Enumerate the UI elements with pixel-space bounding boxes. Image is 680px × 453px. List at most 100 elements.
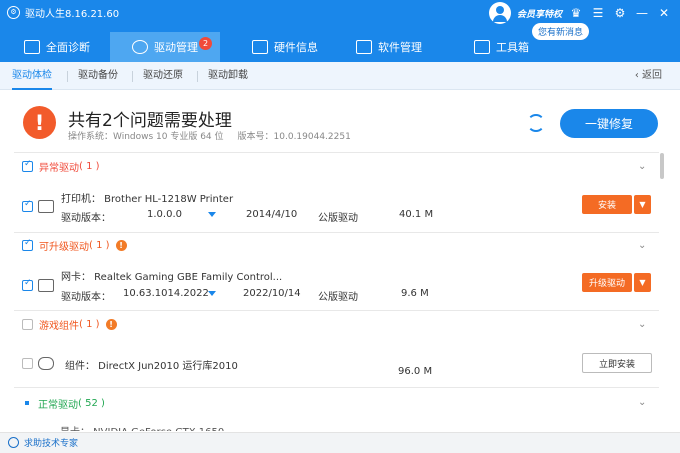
- section-count: ( 52 ): [78, 397, 105, 409]
- section-title: 游戏组件: [39, 320, 79, 332]
- divider: [132, 71, 133, 82]
- hardware-icon: [252, 40, 268, 54]
- tab-label: 驱动管理: [154, 41, 198, 54]
- system-info: 操作系统：Windows 10 专业版 64 位 版本号：10.0.19044.…: [68, 129, 351, 142]
- divider: [67, 71, 68, 82]
- main-tabs: 全面诊断 驱动管理 2 硬件信息 软件管理 工具箱: [0, 32, 552, 62]
- expert-help-link[interactable]: 求助技术专家: [8, 436, 78, 449]
- subtab-uninstall[interactable]: 驱动卸载: [208, 62, 248, 90]
- minimize-icon[interactable]: —: [634, 5, 650, 21]
- section-checkbox[interactable]: [22, 159, 33, 172]
- section-checkbox[interactable]: [22, 238, 33, 251]
- chevron-down-icon[interactable]: ⌄: [638, 240, 650, 252]
- section-game-header[interactable]: 游戏组件( 1 ) !: [22, 316, 117, 332]
- cloud-component-icon: [38, 357, 54, 370]
- footer: 求助技术专家: [0, 432, 680, 453]
- chevron-down-icon[interactable]: ▼: [634, 273, 651, 292]
- scrollbar[interactable]: [660, 153, 664, 179]
- driver-date: 2014/4/10: [246, 209, 298, 220]
- section-title: 正常驱动: [38, 399, 78, 411]
- back-label: 返回: [642, 70, 662, 81]
- section-upgradable-header[interactable]: 可升级驱动( 1 ) !: [22, 237, 127, 253]
- version-label: 驱动版本：: [61, 292, 111, 303]
- driver-version: 1.0.0.0: [147, 209, 182, 220]
- crown-icon[interactable]: ♛: [568, 5, 584, 21]
- close-icon[interactable]: ✕: [656, 5, 672, 21]
- divider: [14, 232, 659, 233]
- gear-icon: [132, 40, 148, 54]
- driver-type: 公版驱动: [318, 213, 358, 224]
- bullet-icon: [25, 401, 29, 405]
- driver-version: 10.63.1014.2022: [123, 288, 209, 299]
- chevron-down-icon[interactable]: ⌄: [638, 319, 650, 331]
- section-count: ( 1 ): [89, 239, 110, 251]
- member-privilege-link[interactable]: 会员享特权: [517, 7, 562, 20]
- component-name: 组件： DirectX Jun2010 运行库2010: [65, 361, 238, 372]
- subtab-checkup[interactable]: 驱动体检: [12, 62, 52, 90]
- subtab-backup[interactable]: 驱动备份: [78, 62, 118, 90]
- problem-headline: 共有2个问题需要处理: [68, 111, 232, 131]
- tab-label: 全面诊断: [46, 41, 90, 54]
- item-checkbox[interactable]: [22, 278, 33, 291]
- divider: [14, 310, 659, 311]
- item-checkbox[interactable]: [22, 199, 33, 212]
- device-name: 网卡： Realtek Gaming GBE Family Control...: [61, 272, 283, 283]
- section-abnormal-header[interactable]: 异常驱动( 1 ): [22, 158, 100, 174]
- install-now-button[interactable]: 立即安装: [582, 353, 652, 373]
- help-label: 求助技术专家: [24, 439, 79, 449]
- driver-size: 40.1 M: [399, 209, 434, 220]
- software-icon: [356, 40, 372, 54]
- driver-date: 2022/10/14: [243, 288, 301, 299]
- divider: [14, 152, 659, 153]
- help-icon: [8, 437, 19, 448]
- alert-icon: !: [115, 239, 127, 251]
- item-checkbox[interactable]: [22, 358, 33, 369]
- app-title-text: 驱动人生8.16.21.60: [25, 8, 120, 20]
- menu-icon[interactable]: ☰: [590, 5, 606, 21]
- tab-hardware[interactable]: 硬件信息: [220, 32, 334, 62]
- os-info: 操作系统：Windows 10 专业版 64 位: [68, 132, 224, 142]
- sub-tabs: 驱动体检 驱动备份 驱动还原 驱动卸载 ‹ 返回: [0, 62, 680, 90]
- back-link[interactable]: ‹ 返回: [635, 62, 662, 90]
- component-size: 96.0 M: [398, 366, 433, 377]
- driver-type: 公版驱动: [318, 292, 358, 303]
- chevron-down-icon[interactable]: ⌄: [638, 397, 650, 409]
- tab-badge: 2: [199, 37, 212, 50]
- divider: [197, 71, 198, 82]
- app-logo-icon: ⚙: [7, 5, 20, 19]
- chevron-left-icon: ‹: [634, 70, 642, 81]
- install-button[interactable]: 安装: [582, 195, 632, 214]
- driver-size: 9.6 M: [401, 288, 429, 299]
- chevron-down-icon[interactable]: ▼: [634, 195, 651, 214]
- alert-icon: !: [105, 318, 117, 330]
- refresh-icon[interactable]: [527, 114, 545, 132]
- divider: [14, 387, 659, 388]
- user-avatar[interactable]: [488, 2, 511, 24]
- tab-diagnose[interactable]: 全面诊断: [0, 32, 110, 62]
- version-dropdown-icon[interactable]: [208, 212, 216, 217]
- chevron-down-icon[interactable]: ⌄: [638, 161, 650, 173]
- tab-toolbox[interactable]: 工具箱: [452, 32, 552, 62]
- section-count: ( 1 ): [79, 318, 100, 330]
- toolbox-icon: [474, 40, 490, 54]
- tab-driver-manage[interactable]: 驱动管理 2: [110, 32, 220, 62]
- upgrade-driver-button[interactable]: 升级驱动: [582, 273, 632, 292]
- partially-visible-row: 显卡： NVIDIA GeForce GTX 1650: [60, 424, 224, 431]
- one-click-fix-button[interactable]: 一键修复: [560, 109, 658, 138]
- printer-icon: [38, 200, 54, 213]
- version-dropdown-icon[interactable]: [208, 291, 216, 296]
- settings-icon[interactable]: ⚙: [612, 5, 628, 21]
- subtab-restore[interactable]: 驱动还原: [143, 62, 183, 90]
- section-checkbox[interactable]: [22, 318, 33, 330]
- tab-software[interactable]: 软件管理: [334, 32, 452, 62]
- tab-label: 工具箱: [496, 41, 529, 54]
- section-normal-header[interactable]: 正常驱动( 52 ): [22, 395, 105, 411]
- warning-icon: !: [23, 106, 56, 139]
- section-title: 可升级驱动: [39, 241, 89, 253]
- tab-label: 硬件信息: [274, 41, 318, 54]
- device-name: 打印机： Brother HL-1218W Printer: [61, 194, 234, 205]
- version-label: 驱动版本：: [61, 213, 111, 224]
- section-title: 异常驱动: [39, 162, 79, 174]
- app-title: ⚙ 驱动人生8.16.21.60: [7, 3, 119, 21]
- monitor-icon: [24, 40, 40, 54]
